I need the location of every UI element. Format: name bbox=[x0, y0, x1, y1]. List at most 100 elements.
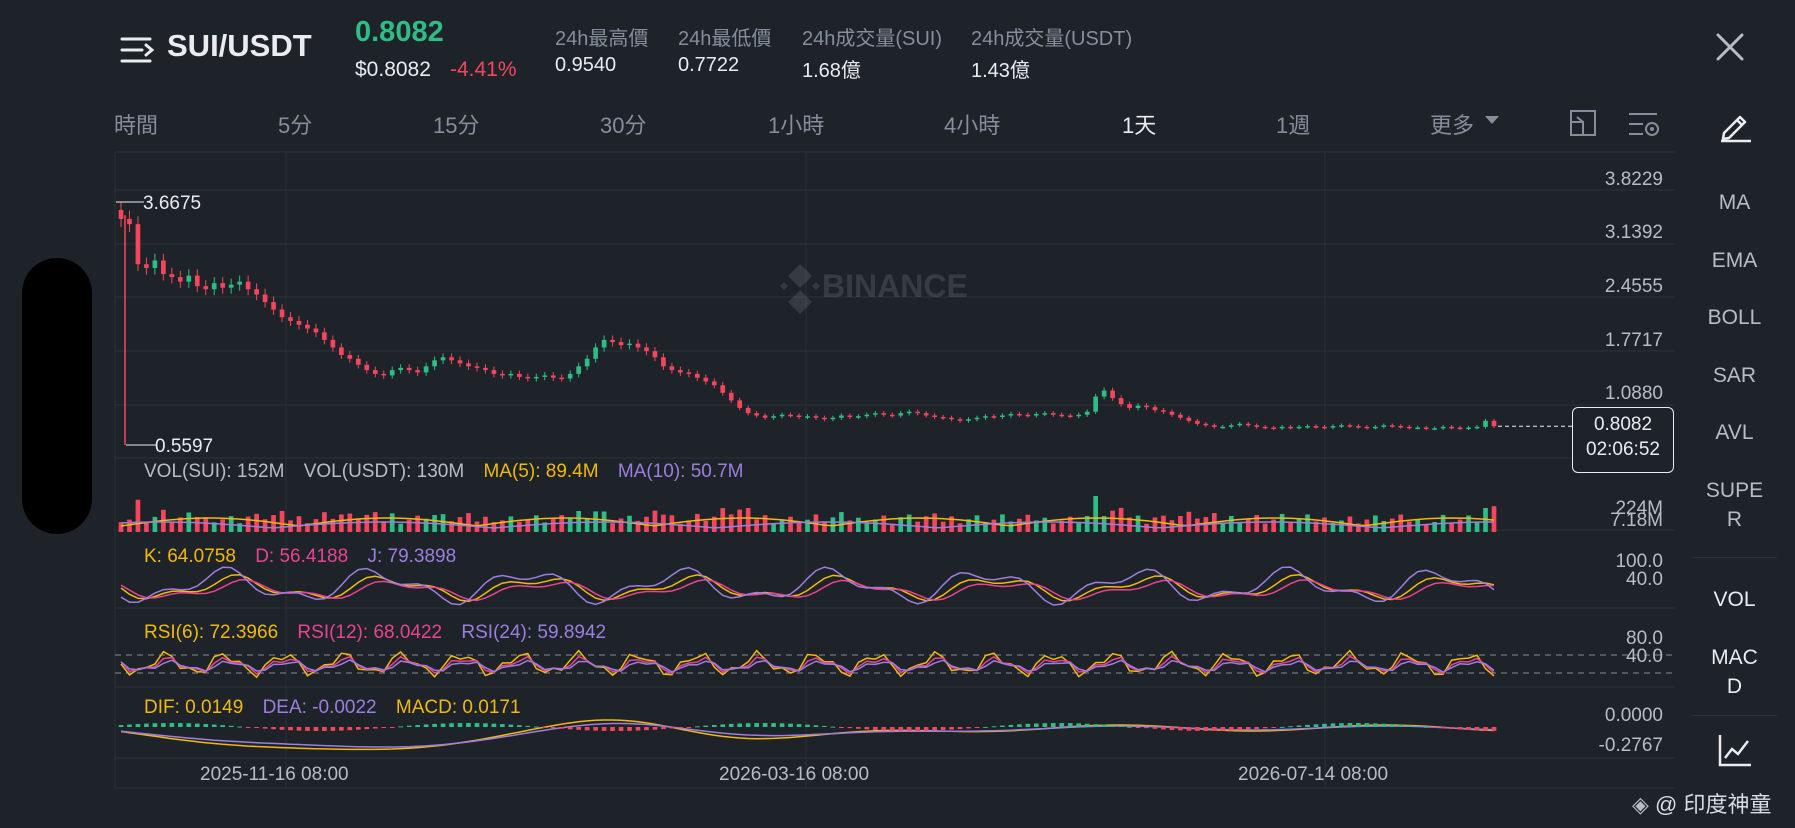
macd-bar bbox=[737, 723, 743, 727]
candle-body bbox=[330, 339, 336, 348]
candle-body bbox=[457, 360, 463, 364]
macd-bar bbox=[932, 727, 937, 731]
macd-bar bbox=[398, 726, 404, 728]
candle-body bbox=[1313, 426, 1319, 428]
candle-body bbox=[762, 415, 768, 418]
macd-bar bbox=[1347, 723, 1353, 727]
volume-bar bbox=[1288, 522, 1293, 532]
volume-bar bbox=[610, 523, 615, 532]
candle-body bbox=[440, 357, 446, 361]
candle-body bbox=[1339, 425, 1344, 427]
macd-bar bbox=[1093, 724, 1098, 727]
macd-bar bbox=[1305, 724, 1310, 727]
macd-bar bbox=[457, 723, 463, 727]
macd-bar bbox=[1432, 727, 1438, 728]
candle-body bbox=[559, 377, 565, 380]
volume-bar bbox=[1491, 506, 1497, 532]
candle-body bbox=[186, 275, 192, 282]
macd-bar bbox=[491, 723, 497, 727]
macd-bar bbox=[610, 727, 615, 731]
candle-body bbox=[406, 367, 412, 371]
macd-bar bbox=[745, 723, 751, 727]
volume-bar bbox=[1457, 519, 1463, 532]
macd-bar bbox=[322, 727, 327, 731]
candle-body bbox=[728, 392, 734, 401]
current-price-box[interactable]: 0.8082 02:06:52 bbox=[1572, 407, 1674, 473]
footer-watermark-text: @ 印度神童 bbox=[1655, 792, 1772, 817]
candle-body bbox=[1449, 426, 1454, 429]
volume-bar bbox=[135, 499, 141, 532]
candle-body bbox=[389, 370, 395, 376]
candle-body bbox=[1101, 390, 1107, 397]
macd-bar bbox=[1364, 723, 1370, 727]
candle-body bbox=[1084, 411, 1090, 415]
macd-bar bbox=[279, 727, 285, 730]
candle-body bbox=[1373, 426, 1378, 429]
volume-bar bbox=[1228, 516, 1234, 532]
volume-bar bbox=[618, 518, 624, 532]
volume-bar bbox=[1474, 522, 1480, 532]
macd-bar bbox=[135, 723, 141, 727]
candle-body bbox=[703, 377, 709, 382]
candles bbox=[118, 201, 1572, 445]
macd-bar bbox=[483, 723, 488, 727]
candle-body bbox=[1025, 414, 1031, 417]
volume-bar bbox=[1118, 507, 1124, 532]
macd-bar bbox=[889, 727, 895, 731]
candle-body bbox=[177, 277, 183, 282]
low-marker-line bbox=[126, 444, 156, 446]
candle-body bbox=[474, 366, 480, 368]
macd-bar bbox=[593, 727, 598, 731]
volume-bar bbox=[1220, 523, 1226, 532]
macd-bar bbox=[1245, 727, 1251, 730]
macd-bar bbox=[601, 727, 607, 731]
macd-bar bbox=[1076, 723, 1082, 727]
macd-bar bbox=[1322, 723, 1327, 727]
macd-bar bbox=[1135, 727, 1141, 728]
macd-bar bbox=[813, 725, 819, 727]
x-tick: 2025-11-16 08:00 bbox=[200, 764, 349, 785]
macd-bar bbox=[1169, 727, 1175, 730]
macd-bar bbox=[508, 724, 514, 727]
volume-bar bbox=[1279, 513, 1285, 532]
candle-body bbox=[1415, 427, 1421, 430]
candle-body bbox=[364, 364, 370, 371]
candle-body bbox=[1093, 396, 1098, 412]
candle-body bbox=[754, 413, 759, 416]
candle-body bbox=[1237, 423, 1243, 426]
macd-bar bbox=[822, 725, 827, 727]
candle-body bbox=[1211, 425, 1217, 427]
candle-body bbox=[1000, 415, 1005, 417]
y-tick: 2.4555 bbox=[1604, 276, 1663, 297]
candle-body bbox=[1322, 426, 1327, 429]
candle-body bbox=[847, 415, 853, 417]
volume-bar bbox=[169, 522, 175, 532]
volume-bar bbox=[872, 519, 878, 532]
rsi-legend-item: RSI(6): 72.3966 bbox=[144, 622, 279, 643]
x-tick: 2026-03-16 08:00 bbox=[719, 764, 870, 785]
macd-bar bbox=[661, 727, 666, 730]
candle-body bbox=[381, 373, 387, 376]
y-tick: 1.0880 bbox=[1604, 383, 1663, 404]
candle-body bbox=[1110, 390, 1115, 399]
macd-bar bbox=[1067, 723, 1073, 727]
macd-bar bbox=[1491, 727, 1497, 731]
volume-bars bbox=[118, 496, 1497, 532]
candle-body bbox=[1186, 417, 1192, 421]
macd-bar bbox=[669, 727, 675, 729]
candle-body bbox=[322, 332, 327, 340]
candle-body bbox=[1034, 413, 1039, 416]
macd-bar bbox=[584, 727, 590, 731]
macd-bar bbox=[127, 724, 132, 727]
candle-body bbox=[618, 342, 624, 346]
vol-legend: VOL(SUI): 152M VOL(USDT): 130M MA(5): 89… bbox=[144, 461, 744, 483]
candle-body bbox=[949, 417, 954, 420]
macd-bar bbox=[949, 727, 954, 730]
macd-bar bbox=[1313, 724, 1319, 727]
candle-body bbox=[271, 302, 276, 310]
volume-bar bbox=[822, 521, 827, 532]
candle-body bbox=[856, 416, 861, 418]
candle-body bbox=[1347, 425, 1353, 427]
macd-bar bbox=[1474, 727, 1480, 731]
macd-bar bbox=[940, 727, 946, 731]
